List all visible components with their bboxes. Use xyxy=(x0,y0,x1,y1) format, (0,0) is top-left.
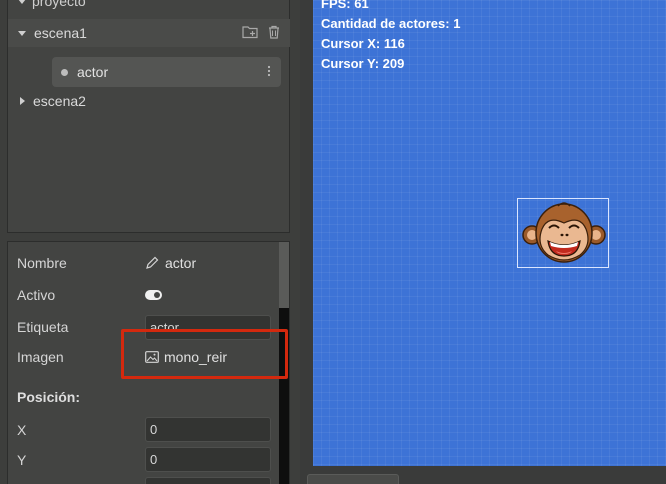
x-label: X xyxy=(17,422,27,438)
nombre-text: actor xyxy=(165,255,197,271)
actor-count-readout: Cantidad de actores: 1 xyxy=(321,16,461,31)
actor-dot-icon xyxy=(61,68,68,76)
y-label: Y xyxy=(17,452,27,468)
z-field[interactable] xyxy=(145,477,271,484)
kebab-menu-icon[interactable] xyxy=(267,64,271,78)
activo-toggle[interactable] xyxy=(145,290,162,300)
imagen-label: Imagen xyxy=(17,349,64,365)
nombre-label: Nombre xyxy=(17,255,67,271)
scene-tools xyxy=(242,25,280,39)
posicion-heading: Posición: xyxy=(17,389,81,405)
game-canvas[interactable]: FPS: 61 Cantidad de actores: 1 Cursor X:… xyxy=(313,0,666,466)
pencil-icon xyxy=(146,256,159,269)
caret-down-icon[interactable] xyxy=(18,0,26,4)
toggle-on-icon[interactable] xyxy=(145,290,162,300)
new-folder-icon[interactable] xyxy=(242,25,258,39)
monkey-sprite[interactable] xyxy=(518,199,610,269)
tree-item-label: actor xyxy=(77,64,109,80)
tree-item-label: escena1 xyxy=(34,25,87,41)
actor-selection-box[interactable] xyxy=(517,198,609,268)
caret-right-icon[interactable] xyxy=(20,97,25,105)
tree-item-label: proyecto xyxy=(32,0,86,9)
left-panel: proyecto escena1 actor escena2 Nombre ac… xyxy=(0,0,300,484)
nombre-value[interactable]: actor xyxy=(145,255,196,271)
cursor-y-readout: Cursor Y: 209 xyxy=(321,56,405,71)
tree-item-label: escena2 xyxy=(33,93,86,109)
trash-icon[interactable] xyxy=(268,25,280,39)
scrollbar-thumb[interactable] xyxy=(279,242,289,308)
scene-tree: proyecto escena1 actor escena2 xyxy=(7,0,290,233)
tree-item-escena1[interactable]: escena1 xyxy=(8,19,290,47)
tree-item-actor[interactable]: actor xyxy=(52,57,281,87)
tree-item-escena2[interactable]: escena2 xyxy=(8,87,290,115)
cursor-x-readout: Cursor X: 116 xyxy=(321,36,405,51)
x-field[interactable]: 0 xyxy=(145,417,271,442)
etiqueta-label: Etiqueta xyxy=(17,319,69,335)
bottom-tab[interactable] xyxy=(307,474,399,484)
tree-item-project[interactable]: proyecto xyxy=(8,0,290,13)
caret-down-icon[interactable] xyxy=(18,30,26,36)
y-field[interactable]: 0 xyxy=(145,447,271,472)
imagen-highlight xyxy=(121,329,288,379)
fps-readout: FPS: 61 xyxy=(321,0,369,11)
activo-label: Activo xyxy=(17,287,56,303)
